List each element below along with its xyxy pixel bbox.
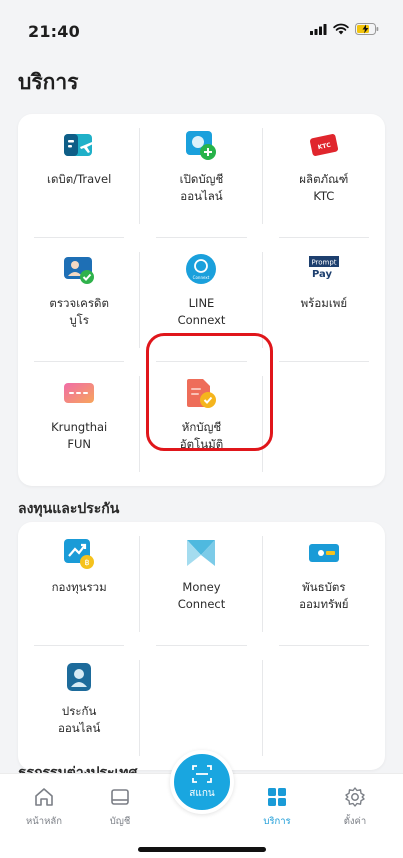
invest-label: ประกัน ออนไลน์ <box>57 704 101 735</box>
line-connext-icon: Connext <box>184 252 218 286</box>
wallet-icon <box>111 789 129 805</box>
nav-home-label: หน้าหลัก <box>26 816 62 827</box>
service-debit-travel[interactable]: เดบิต/Travel <box>18 114 141 238</box>
nav-account[interactable]: บัญชี <box>90 786 150 829</box>
service-label: เปิดบัญชี ออนไลน์ <box>179 172 224 203</box>
scan-label: สแกน <box>189 787 215 799</box>
service-label: ผลิตภัณฑ์ KTC <box>299 172 349 203</box>
battery-charging-icon <box>355 23 379 35</box>
highlight-box <box>146 333 273 451</box>
services-screen: 21:40 บริการ เดบิต/Travel เปิดบัญชี ออนไ… <box>0 0 403 858</box>
status-icons <box>310 23 379 35</box>
nav-services[interactable]: บริการ <box>247 786 307 829</box>
svg-text:฿: ฿ <box>85 558 90 567</box>
service-credit-bureau[interactable]: ตรวจเครดิต บูโร <box>18 238 141 362</box>
promptpay-bottom-text: Pay <box>312 269 333 280</box>
status-time: 21:40 <box>28 22 80 41</box>
ktc-card-icon: KTC <box>307 128 341 162</box>
invest-label: กองทุนรวม <box>51 580 107 594</box>
promptpay-top-text: Prompt <box>311 259 336 267</box>
service-label: เดบิต/Travel <box>47 172 112 186</box>
page-title: บริการ <box>18 70 79 94</box>
krungthai-fun-icon <box>62 376 96 410</box>
invest-section-title: ลงทุนและประกัน <box>18 501 120 517</box>
nav-settings[interactable]: ตั้งค่า <box>325 786 385 829</box>
nav-settings-label: ตั้งค่า <box>343 816 367 827</box>
service-open-account[interactable]: เปิดบัญชี ออนไลน์ <box>140 114 263 238</box>
promptpay-icon: Prompt Pay <box>307 252 341 286</box>
debit-travel-icon <box>62 128 96 162</box>
invest-money-connect[interactable]: Money Connect <box>140 522 263 646</box>
invest-card: ฿ กองทุนรวม Money Connect พันธบัตร ออมทร… <box>18 522 385 770</box>
credit-bureau-icon <box>62 252 96 286</box>
home-icon <box>35 788 53 806</box>
empty-cell <box>263 362 385 486</box>
online-insurance-icon <box>62 660 96 694</box>
money-connect-icon <box>184 536 218 570</box>
invest-label: Money Connect <box>177 580 226 611</box>
nav-services-label: บริการ <box>263 816 291 827</box>
grid-icon <box>268 788 286 806</box>
nav-account-label: บัญชี <box>109 816 131 827</box>
service-promptpay[interactable]: Prompt Pay พร้อมเพย์ <box>263 238 385 362</box>
mutual-fund-icon: ฿ <box>62 536 96 570</box>
savings-bond-icon <box>307 536 341 570</box>
scan-icon <box>192 764 212 783</box>
nav-home[interactable]: หน้าหลัก <box>14 786 74 829</box>
status-bar: 21:40 <box>0 0 403 52</box>
service-krungthai-fun[interactable]: Krungthai FUN <box>18 362 141 486</box>
empty-cell <box>263 646 385 770</box>
wifi-icon <box>333 23 349 35</box>
service-label: LINE Connext <box>177 296 226 327</box>
service-label: ตรวจเครดิต บูโร <box>49 296 109 327</box>
service-ktc[interactable]: KTC ผลิตภัณฑ์ KTC <box>263 114 385 238</box>
open-account-icon <box>184 128 218 162</box>
service-label: พร้อมเพย์ <box>300 296 348 310</box>
invest-label: พันธบัตร ออมทรัพย์ <box>299 580 349 611</box>
connext-icon-text: Connext <box>193 275 210 280</box>
invest-savings-bond[interactable]: พันธบัตร ออมทรัพย์ <box>263 522 385 646</box>
gear-icon <box>345 787 365 807</box>
invest-mutual-fund[interactable]: ฿ กองทุนรวม <box>18 522 141 646</box>
signal-icon <box>310 23 327 35</box>
service-label: Krungthai FUN <box>51 420 108 451</box>
invest-online-insurance[interactable]: ประกัน ออนไลน์ <box>18 646 141 770</box>
scan-button[interactable]: สแกน <box>170 750 234 814</box>
home-indicator <box>138 847 266 852</box>
